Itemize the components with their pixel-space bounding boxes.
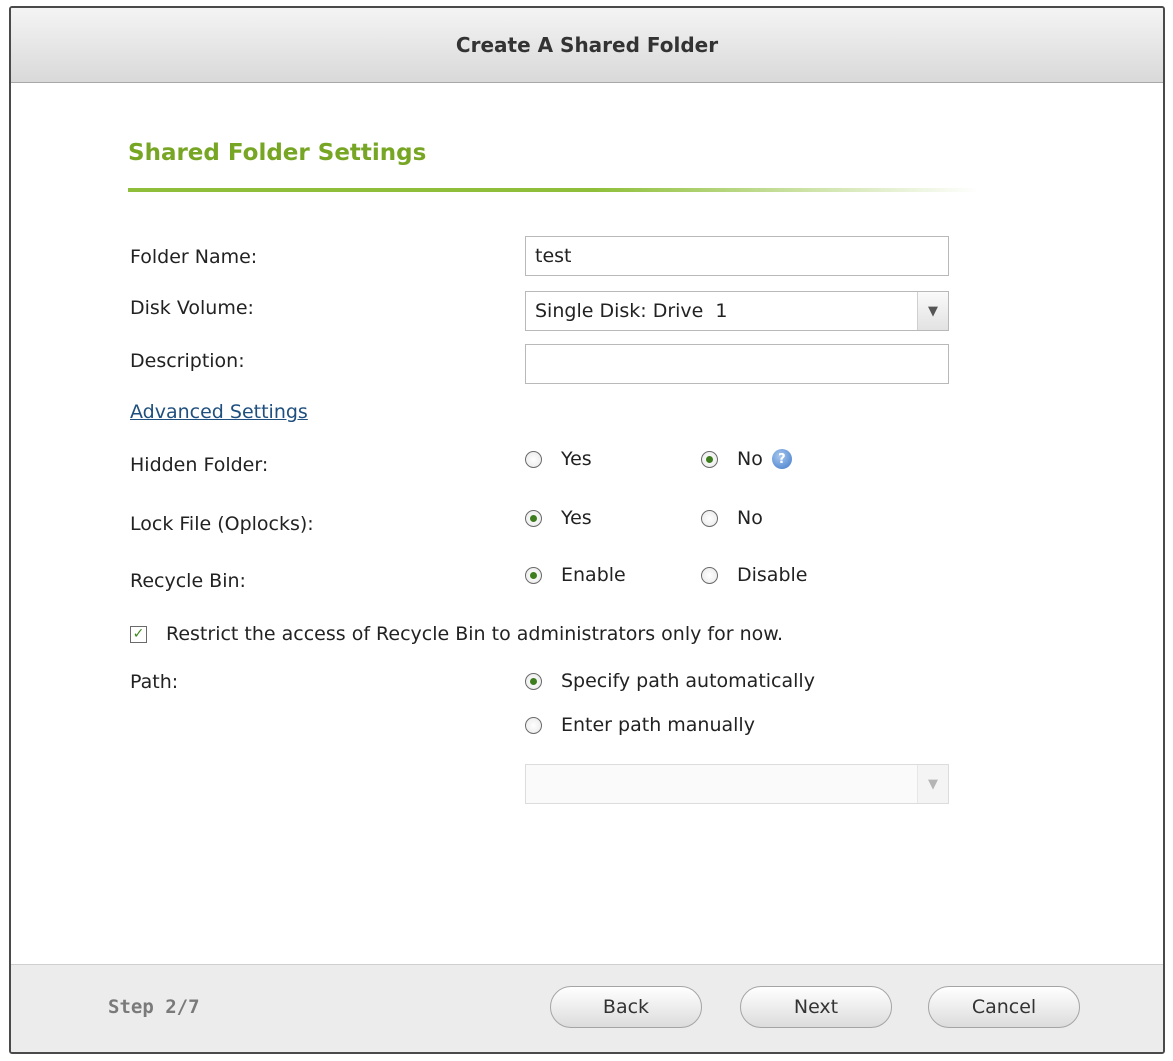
restrict-recycle-option[interactable]: ✓ Restrict the access of Recycle Bin to … bbox=[130, 623, 783, 645]
recycle-bin-label: Recycle Bin: bbox=[130, 570, 246, 592]
disk-volume-label: Disk Volume: bbox=[130, 297, 254, 319]
disk-volume-select[interactable]: Single Disk: Drive 1 ▼ bbox=[525, 291, 949, 331]
path-manual-select[interactable]: ▼ bbox=[525, 764, 949, 804]
chevron-down-icon[interactable]: ▼ bbox=[917, 765, 948, 803]
hidden-folder-yes-radio[interactable] bbox=[525, 450, 542, 468]
advanced-settings-link[interactable]: Advanced Settings bbox=[130, 401, 308, 423]
hidden-folder-no-label: No bbox=[737, 448, 763, 470]
path-auto-label: Specify path automatically bbox=[561, 670, 815, 692]
restrict-recycle-label: Restrict the access of Recycle Bin to ad… bbox=[166, 623, 784, 645]
lock-file-no-option[interactable]: No bbox=[701, 507, 763, 529]
folder-name-label: Folder Name: bbox=[130, 246, 258, 268]
cancel-button[interactable]: Cancel bbox=[928, 986, 1080, 1028]
hidden-folder-yes-label: Yes bbox=[561, 448, 592, 470]
next-button[interactable]: Next bbox=[740, 986, 892, 1028]
path-auto-radio[interactable] bbox=[525, 672, 542, 690]
recycle-bin-disable-option[interactable]: Disable bbox=[701, 564, 807, 586]
radio-selected-dot bbox=[706, 455, 713, 463]
recycle-bin-disable-radio[interactable] bbox=[701, 566, 718, 584]
hidden-folder-no-radio[interactable] bbox=[701, 450, 718, 468]
restrict-recycle-checkbox[interactable]: ✓ bbox=[130, 625, 147, 643]
description-label: Description: bbox=[130, 350, 245, 372]
section-divider bbox=[128, 188, 978, 192]
lock-file-yes-label: Yes bbox=[561, 507, 592, 529]
radio-selected-dot bbox=[530, 514, 537, 522]
recycle-bin-enable-label: Enable bbox=[561, 564, 626, 586]
path-manual-radio[interactable] bbox=[525, 716, 542, 734]
path-manual-label: Enter path manually bbox=[561, 714, 755, 736]
description-input[interactable] bbox=[525, 344, 949, 384]
dialog-title: Create A Shared Folder bbox=[11, 8, 1163, 83]
radio-selected-dot bbox=[530, 571, 537, 579]
back-button[interactable]: Back bbox=[550, 986, 702, 1028]
hidden-folder-yes-option[interactable]: Yes bbox=[525, 448, 592, 470]
lock-file-no-label: No bbox=[737, 507, 763, 529]
lock-file-yes-option[interactable]: Yes bbox=[525, 507, 592, 529]
check-icon: ✓ bbox=[132, 626, 145, 642]
disk-volume-value: Single Disk: Drive 1 bbox=[535, 300, 728, 322]
section-title: Shared Folder Settings bbox=[128, 140, 427, 166]
folder-name-input[interactable]: test bbox=[525, 236, 949, 276]
path-auto-option[interactable]: Specify path automatically bbox=[525, 670, 815, 692]
chevron-down-icon[interactable]: ▼ bbox=[917, 292, 948, 330]
lock-file-label: Lock File (Oplocks): bbox=[130, 513, 314, 535]
recycle-bin-enable-radio[interactable] bbox=[525, 566, 542, 584]
lock-file-no-radio[interactable] bbox=[701, 509, 718, 527]
help-icon[interactable]: ? bbox=[771, 449, 792, 469]
recycle-bin-enable-option[interactable]: Enable bbox=[525, 564, 626, 586]
folder-name-value: test bbox=[535, 245, 572, 267]
recycle-bin-disable-label: Disable bbox=[737, 564, 808, 586]
step-indicator: Step 2/7 bbox=[108, 996, 200, 1018]
dialog-footer: Step 2/7 Back Next Cancel bbox=[11, 964, 1163, 1052]
hidden-folder-no-option[interactable]: No ? bbox=[701, 448, 792, 470]
path-label: Path: bbox=[130, 671, 179, 693]
create-shared-folder-dialog: Create A Shared Folder Shared Folder Set… bbox=[9, 6, 1165, 1054]
hidden-folder-label: Hidden Folder: bbox=[130, 454, 269, 476]
radio-selected-dot bbox=[530, 677, 537, 685]
lock-file-yes-radio[interactable] bbox=[525, 509, 542, 527]
path-manual-option[interactable]: Enter path manually bbox=[525, 714, 755, 736]
